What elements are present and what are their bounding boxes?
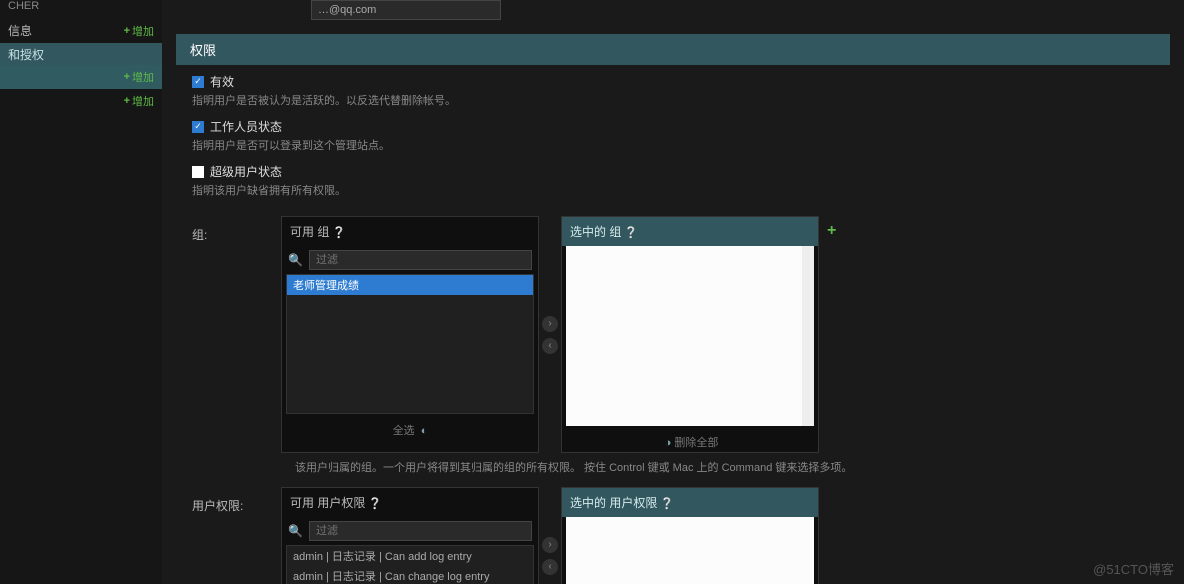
checkbox-unchecked-icon — [192, 166, 204, 178]
sidebar-module-heading: CHER — [0, 0, 162, 18]
sidebar-item-label: 信息 — [8, 22, 32, 39]
move-left-button[interactable]: ‹ — [542, 338, 558, 354]
move-arrows: › ‹ — [539, 216, 561, 453]
help-icon[interactable]: ❔ — [368, 498, 382, 510]
user-permissions-label: 用户权限: — [176, 487, 281, 584]
move-right-button[interactable]: › — [542, 316, 558, 332]
user-permissions-selector: 用户权限: 可用 用户权限❔ 🔍 admin | 日志记录 | Can add … — [162, 487, 1184, 584]
groups-selector: 组: 可用 组❔ 🔍 老师管理成绩 全选 ◐ › ‹ 选中的 组❔ — [162, 216, 1184, 453]
permissions-header: 权限 — [176, 34, 1170, 65]
available-groups-list[interactable]: 老师管理成绩 — [286, 274, 534, 414]
move-arrows: › ‹ — [539, 487, 561, 584]
remove-all-link[interactable]: ◑ 删除全部 — [562, 430, 818, 452]
sidebar-item-active[interactable]: +增加 — [0, 65, 162, 89]
groups-label: 组: — [176, 216, 281, 453]
list-item[interactable]: 老师管理成绩 — [287, 275, 533, 295]
available-permissions-title: 可用 用户权限❔ — [282, 488, 538, 517]
chosen-permissions-box: 选中的 用户权限❔ — [561, 487, 819, 584]
main-content: 权限 ✓ 有效 指明用户是否被认为是活跃的。以反选代替删除帐号。 ✓ 工作人员状… — [162, 0, 1184, 584]
help-text: 指明该用户缺省拥有所有权限。 — [192, 182, 1154, 198]
help-icon[interactable]: ❔ — [624, 227, 638, 239]
available-permissions-box: 可用 用户权限❔ 🔍 admin | 日志记录 | Can add log en… — [281, 487, 539, 584]
plus-icon: + — [124, 71, 130, 83]
checkbox-superuser[interactable]: 超级用户状态 — [192, 163, 1154, 180]
available-groups-box: 可用 组❔ 🔍 老师管理成绩 全选 ◐ — [281, 216, 539, 453]
move-left-button[interactable]: ‹ — [542, 559, 558, 575]
help-icon[interactable]: ❔ — [660, 498, 674, 510]
permissions-filter-input[interactable] — [309, 521, 532, 541]
move-right-button[interactable]: › — [542, 537, 558, 553]
groups-filter-input[interactable] — [309, 250, 532, 270]
checkbox-active[interactable]: ✓ 有效 — [192, 73, 1154, 90]
checkbox-checked-icon: ✓ — [192, 121, 204, 133]
chosen-groups-list[interactable] — [566, 246, 814, 426]
sidebar-add-link[interactable]: +增加 — [124, 69, 154, 85]
available-groups-title: 可用 组❔ — [282, 217, 538, 246]
groups-help-text: 该用户归属的组。一个用户将得到其归属的组的所有权限。 按住 Control 键或… — [176, 459, 1170, 475]
email-field[interactable] — [311, 0, 501, 20]
chosen-groups-title: 选中的 组❔ — [562, 217, 818, 246]
checkbox-checked-icon: ✓ — [192, 76, 204, 88]
list-item[interactable]: admin | 日志记录 | Can add log entry — [287, 546, 533, 566]
plus-icon: + — [124, 95, 130, 107]
watermark: @51CTO博客 — [1093, 559, 1174, 578]
circle-right-icon: ◐ — [421, 425, 428, 437]
search-icon: 🔍 — [288, 524, 303, 538]
help-icon[interactable]: ❔ — [332, 227, 346, 239]
help-text: 指明用户是否可以登录到这个管理站点。 — [192, 137, 1154, 153]
chosen-permissions-list[interactable] — [566, 517, 814, 584]
sidebar-section-auth: 和授权 — [0, 43, 162, 65]
add-group-plus-icon[interactable]: + — [827, 222, 836, 453]
available-permissions-list[interactable]: admin | 日志记录 | Can add log entry admin |… — [286, 545, 534, 584]
sidebar-add-link[interactable]: +增加 — [124, 23, 154, 39]
plus-icon: + — [124, 25, 130, 37]
chosen-groups-box: 选中的 组❔ ◑ 删除全部 — [561, 216, 819, 453]
permissions-checkboxes: ✓ 有效 指明用户是否被认为是活跃的。以反选代替删除帐号。 ✓ 工作人员状态 指… — [162, 65, 1184, 216]
search-icon: 🔍 — [288, 253, 303, 267]
sidebar-item-info[interactable]: 信息 +增加 — [0, 18, 162, 43]
sidebar: CHER 信息 +增加 和授权 +增加 +增加 — [0, 0, 162, 584]
checkbox-staff[interactable]: ✓ 工作人员状态 — [192, 118, 1154, 135]
circle-left-icon: ◑ — [665, 437, 672, 449]
select-all-link[interactable]: 全选 ◐ — [282, 418, 538, 440]
sidebar-add-link[interactable]: +增加 — [124, 93, 154, 109]
list-item[interactable]: admin | 日志记录 | Can change log entry — [287, 566, 533, 584]
chosen-permissions-title: 选中的 用户权限❔ — [562, 488, 818, 517]
sidebar-item[interactable]: +增加 — [0, 89, 162, 113]
help-text: 指明用户是否被认为是活跃的。以反选代替删除帐号。 — [192, 92, 1154, 108]
